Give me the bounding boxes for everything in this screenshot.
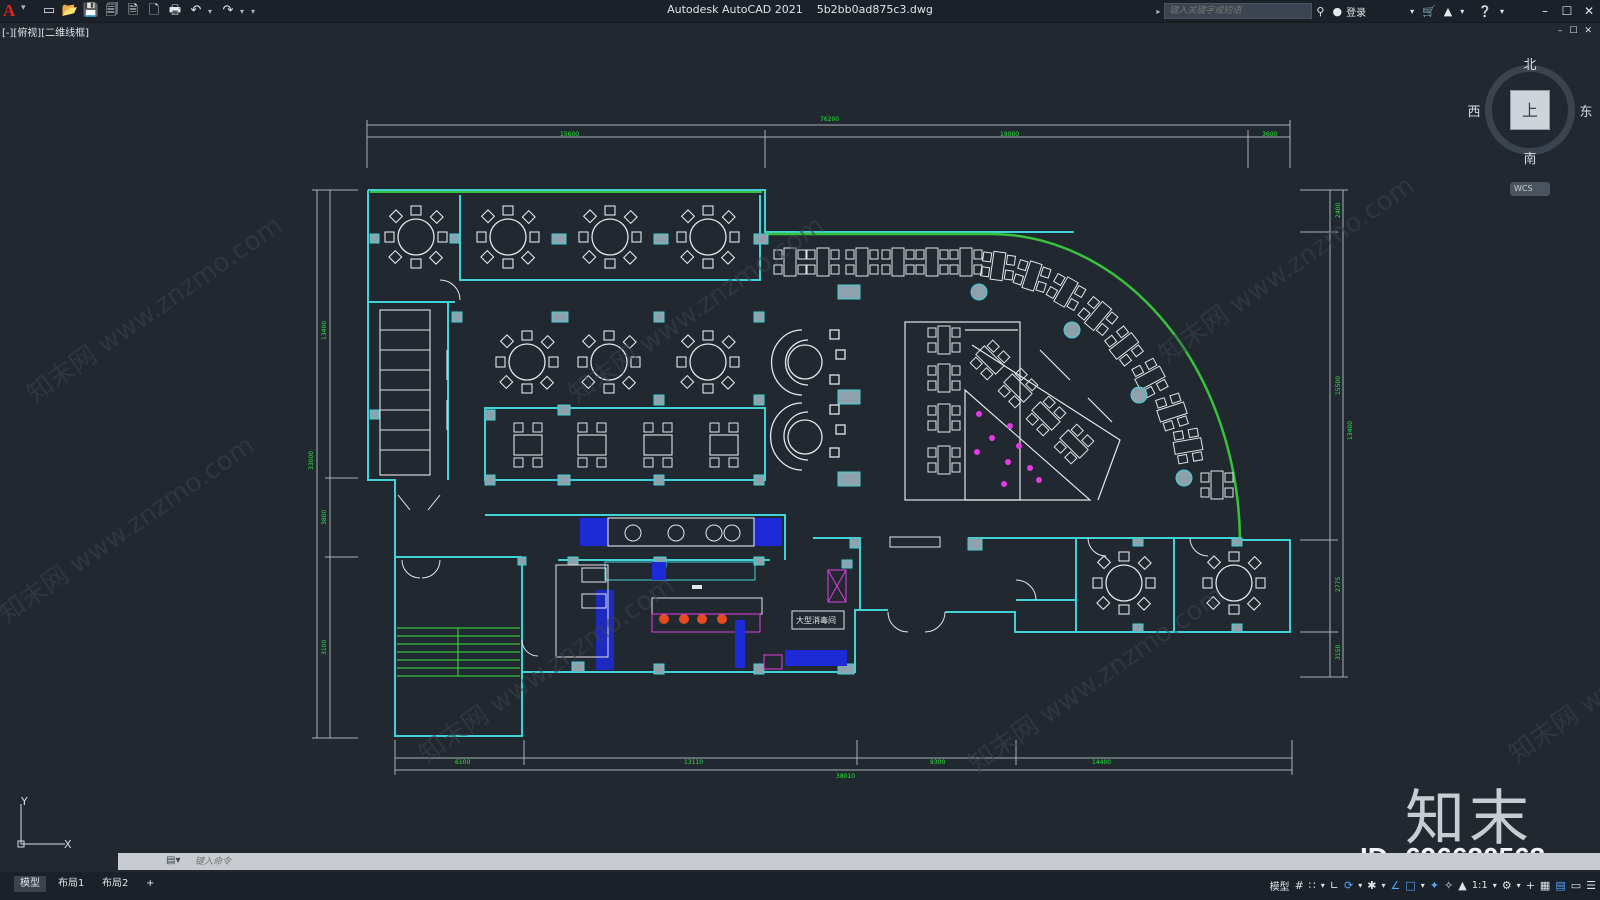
annotation-scale-icon[interactable]: ▲ (1458, 879, 1466, 892)
status-toolbar: 模型 # ∷ ▾ ∟ ⟳ ▾ ✱ ▾ ∠ □ ▾ ✦ ✧ ▲ 1:1 ▾ ⚙ ▾… (1270, 876, 1596, 894)
osnap-icon[interactable]: □ (1405, 879, 1415, 892)
annotation-scale-value[interactable]: 1:1 (1472, 880, 1488, 891)
isodraft-dropdown-icon[interactable]: ▾ (1381, 881, 1385, 890)
dim-left-2: 3800 (321, 510, 328, 525)
tab-layout1[interactable]: 布局1 (52, 876, 90, 892)
viewcube-top-face[interactable]: 上 (1510, 90, 1550, 130)
compass-east[interactable]: 东 (1576, 101, 1596, 120)
dim-right-total: 13400 (1347, 421, 1354, 440)
model-space-toggle[interactable]: 模型 (1270, 878, 1290, 893)
polar-icon[interactable]: ⟳ (1344, 879, 1353, 892)
dim-top-total: 76200 (820, 116, 839, 123)
booth-tables (769, 329, 846, 471)
workspace-gear-icon[interactable]: ⚙ (1502, 879, 1512, 892)
staircase (397, 627, 520, 677)
dim-left-1: 13400 (321, 321, 328, 340)
dim-right-1: 2400 (1335, 203, 1342, 218)
grid-icon[interactable]: # (1295, 879, 1304, 892)
dim-left-3: 3100 (321, 640, 328, 655)
private-room-sofa (379, 309, 448, 476)
isolate-objects-icon[interactable]: ▭ (1571, 879, 1581, 892)
polar-dropdown-icon[interactable]: ▾ (1358, 881, 1362, 890)
annotation-visibility-icon[interactable]: ✦ (1430, 879, 1439, 892)
hatch-box (889, 536, 941, 548)
doors (397, 279, 1209, 657)
snap-icon[interactable]: ∷ (1309, 879, 1316, 892)
isodraft-icon[interactable]: ✱ (1367, 879, 1376, 892)
dim-left-total: 33000 (308, 451, 315, 470)
wcs-menu-button[interactable]: WCS (1510, 182, 1550, 196)
viewcube[interactable]: 上 北 南 西 东 (1467, 58, 1592, 167)
add-layout-button[interactable]: + (140, 876, 160, 892)
dim-bottom-1: 6100 (455, 759, 470, 766)
snap-dropdown-icon[interactable]: ▾ (1321, 881, 1325, 890)
scale-dropdown-icon[interactable]: ▾ (1493, 881, 1497, 890)
command-history-icon[interactable]: ▤▾ (166, 855, 180, 866)
workspace-dropdown-icon[interactable]: ▾ (1517, 881, 1521, 890)
dim-bottom-3: 9300 (930, 759, 945, 766)
round-tables (384, 205, 1266, 615)
dim-top-2: 19000 (1000, 131, 1019, 138)
four-seat-tables (513, 422, 739, 468)
ucs-x-label: X (64, 838, 72, 851)
room-label: 大型消毒间 (796, 615, 836, 625)
quick-properties-icon[interactable]: ▤ (1555, 879, 1565, 892)
drawing-canvas[interactable]: 76200 15600 19000 3600 6100 13110 9300 1… (0, 0, 1600, 900)
osnap-dropdown-icon[interactable]: ▾ (1421, 881, 1425, 890)
tab-layout2[interactable]: 布局2 (96, 876, 134, 892)
dim-bottom-total: 38010 (836, 773, 855, 780)
diagonal-seating (904, 321, 1121, 501)
ucs-y-label: Y (21, 795, 28, 808)
dim-top-1: 15600 (560, 131, 579, 138)
dim-bottom-2: 13110 (684, 759, 703, 766)
annotation-monitor-icon[interactable]: + (1526, 879, 1535, 892)
compass-west[interactable]: 西 (1464, 101, 1484, 120)
customization-menu-icon[interactable]: ☰ (1586, 879, 1596, 892)
dim-right-3: 2775 (1335, 577, 1342, 592)
dim-right-2: 15500 (1335, 376, 1342, 395)
command-input[interactable] (195, 855, 795, 869)
ortho-icon[interactable]: ∟ (1330, 879, 1339, 892)
compass-north[interactable]: 北 (1520, 54, 1540, 73)
dim-right-4: 3150 (1335, 645, 1342, 660)
compass-south[interactable]: 南 (1520, 148, 1540, 167)
dim-bottom-4: 14400 (1092, 759, 1111, 766)
tab-model[interactable]: 模型 (14, 876, 46, 892)
auto-scale-icon[interactable]: ✧ (1444, 879, 1453, 892)
dim-top-3: 3600 (1262, 131, 1277, 138)
osnap-tracking-icon[interactable]: ∠ (1390, 879, 1400, 892)
units-icon[interactable]: ▦ (1540, 879, 1550, 892)
kitchen-equipment: 大型消毒间 (555, 517, 847, 670)
